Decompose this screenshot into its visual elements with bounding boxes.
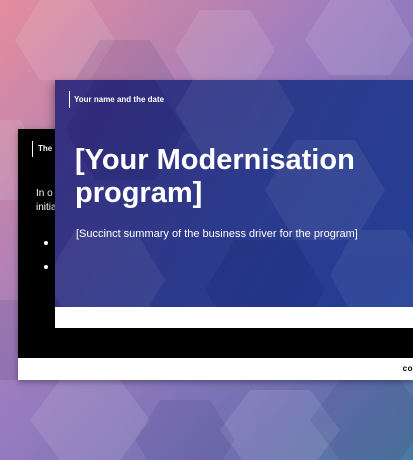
back-slide-footer: co (18, 358, 413, 380)
bullet-dot (44, 265, 48, 269)
bullet-dot (44, 241, 48, 245)
front-slide-title-card[interactable]: Your name and the date [Your Modernisati… (55, 80, 413, 328)
slide-summary: [Succinct summary of the business driver… (76, 228, 358, 240)
slide-title: [Your Modernisation program] (75, 144, 355, 209)
slide-author-date: Your name and the date (69, 91, 164, 108)
front-slide-footer (55, 307, 413, 328)
back-slide-footer-logo: co (402, 364, 413, 373)
